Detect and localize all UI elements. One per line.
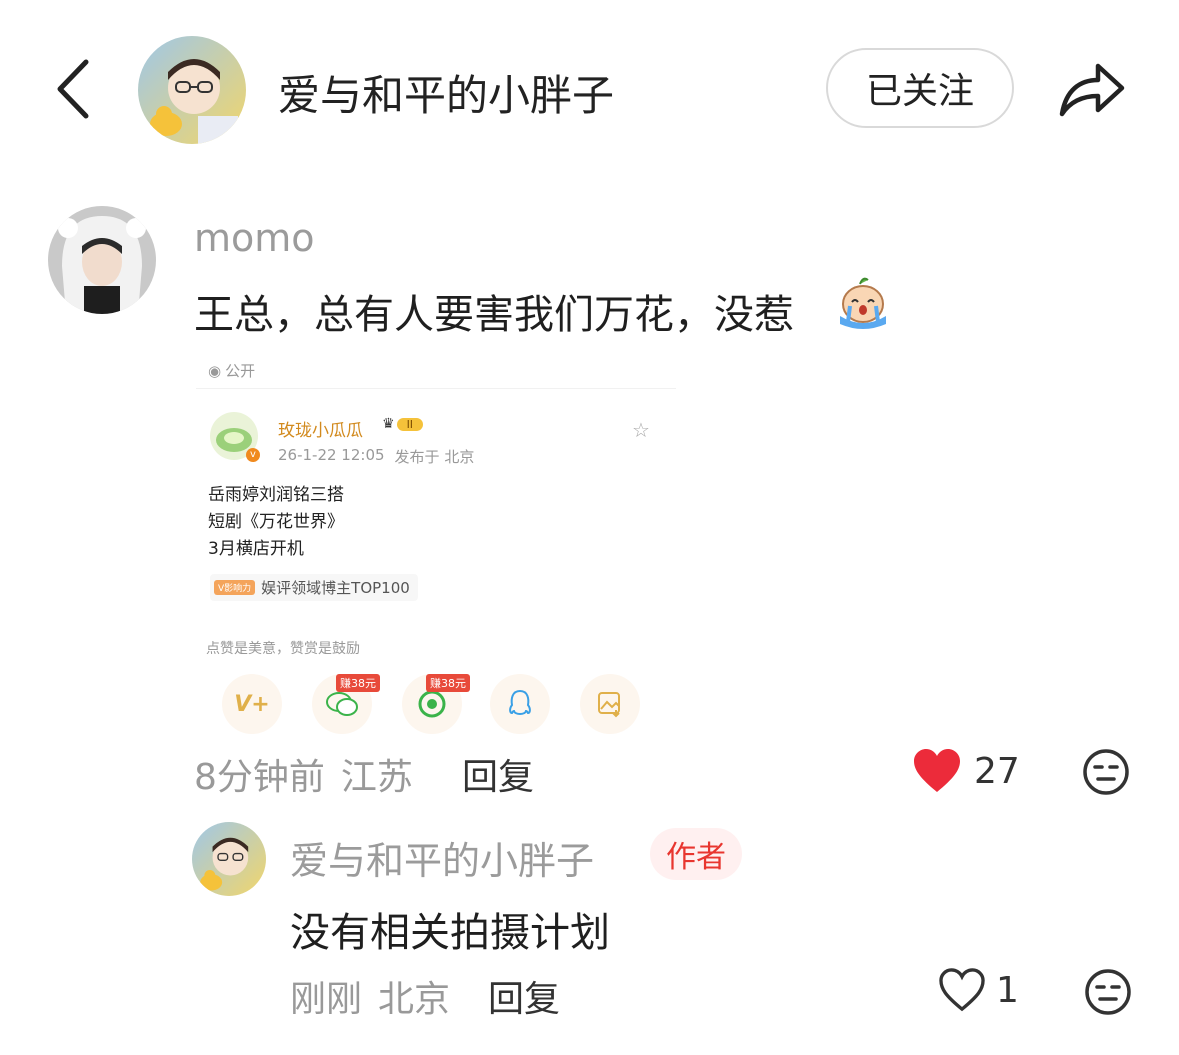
- heart-outline-icon: [939, 968, 985, 1012]
- page-title: 爱与和平的小胖子: [278, 71, 615, 120]
- meh-face-icon: [1083, 749, 1129, 795]
- comment-like-button[interactable]: 27: [912, 748, 1020, 794]
- reward-hint: 点赞是美意，赞赏是鼓励: [206, 641, 360, 657]
- comment-reply-button[interactable]: 回复: [462, 748, 534, 800]
- reply-time: 刚刚: [290, 979, 363, 1020]
- comment-time: 8分钟前: [194, 757, 325, 798]
- commenter-avatar[interactable]: [48, 206, 156, 314]
- reply-dislike-button[interactable]: [1084, 968, 1132, 1020]
- star-icon: ☆: [632, 418, 650, 442]
- visibility-label: 公开: [225, 362, 256, 380]
- reply-reply-button[interactable]: 回复: [488, 970, 560, 1022]
- chevron-left-icon: [57, 59, 89, 119]
- follow-button[interactable]: 已关注: [826, 48, 1014, 128]
- earn-badge-2: 赚38元: [426, 674, 470, 692]
- embedded-author-name: 玫珑小瓜瓜: [278, 421, 363, 441]
- qq-icon: [490, 674, 550, 734]
- influence-row: V影响力 娱评领域博主TOP100: [210, 574, 418, 601]
- earn-badge-1: 赚38元: [336, 674, 380, 692]
- crown-icon: ♛: [382, 416, 395, 432]
- influence-badge: V影响力: [214, 580, 256, 595]
- embedded-line-3: 3月横店开机: [208, 539, 304, 559]
- reply-like-button[interactable]: 1: [938, 968, 1019, 1012]
- author-tag: 作者: [650, 828, 742, 880]
- embedded-timestamp-row: 26-1-22 12:05 发布于 北京: [278, 446, 475, 466]
- comment-like-count: 27: [974, 750, 1020, 792]
- back-button[interactable]: [50, 56, 100, 122]
- comment-text: 王总，总有人要害我们万花，没惹: [194, 282, 794, 340]
- comment-location: 江苏: [340, 757, 413, 798]
- reply-location: 北京: [378, 979, 451, 1020]
- heart-filled-icon: [914, 749, 960, 792]
- reply-like-count: 1: [996, 969, 1019, 1011]
- crying-emoji-icon: [834, 272, 892, 330]
- save-image-icon: [580, 674, 640, 734]
- verified-badge-icon: v: [246, 448, 260, 462]
- eye-icon: ◉: [208, 361, 222, 380]
- share-button[interactable]: [1056, 56, 1128, 120]
- weibo-vplus-icon: V+: [222, 674, 282, 734]
- commenter-username[interactable]: momo: [194, 216, 315, 260]
- visibility-row: ◉ 公开: [208, 360, 255, 381]
- comment-meta: 8分钟前 江苏: [194, 748, 413, 800]
- meh-face-icon: [1085, 969, 1131, 1015]
- embedded-post-image[interactable]: ◉ 公开 v 玫珑小瓜瓜 ♛ II ☆ 26-1-22 12:05 发布于 北京…: [196, 352, 676, 742]
- comment-text-body: 王总，总有人要害我们万花，没惹: [194, 292, 794, 338]
- embedded-line-2: 短剧《万花世界》: [208, 512, 344, 532]
- comment-dislike-button[interactable]: [1082, 748, 1130, 800]
- share-icon: [1059, 63, 1125, 117]
- reply-text: 没有相关拍摄计划: [290, 910, 610, 956]
- reply-username[interactable]: 爱与和平的小胖子: [290, 830, 594, 885]
- level-badge: ♛ II: [382, 416, 424, 432]
- reply-avatar[interactable]: [192, 822, 266, 896]
- embedded-line-1: 岳雨婷刘润铭三搭: [208, 485, 344, 505]
- reply-meta: 刚刚 北京: [290, 970, 450, 1022]
- header-avatar[interactable]: [138, 36, 246, 144]
- influence-text: 娱评领域博主TOP100: [261, 579, 410, 597]
